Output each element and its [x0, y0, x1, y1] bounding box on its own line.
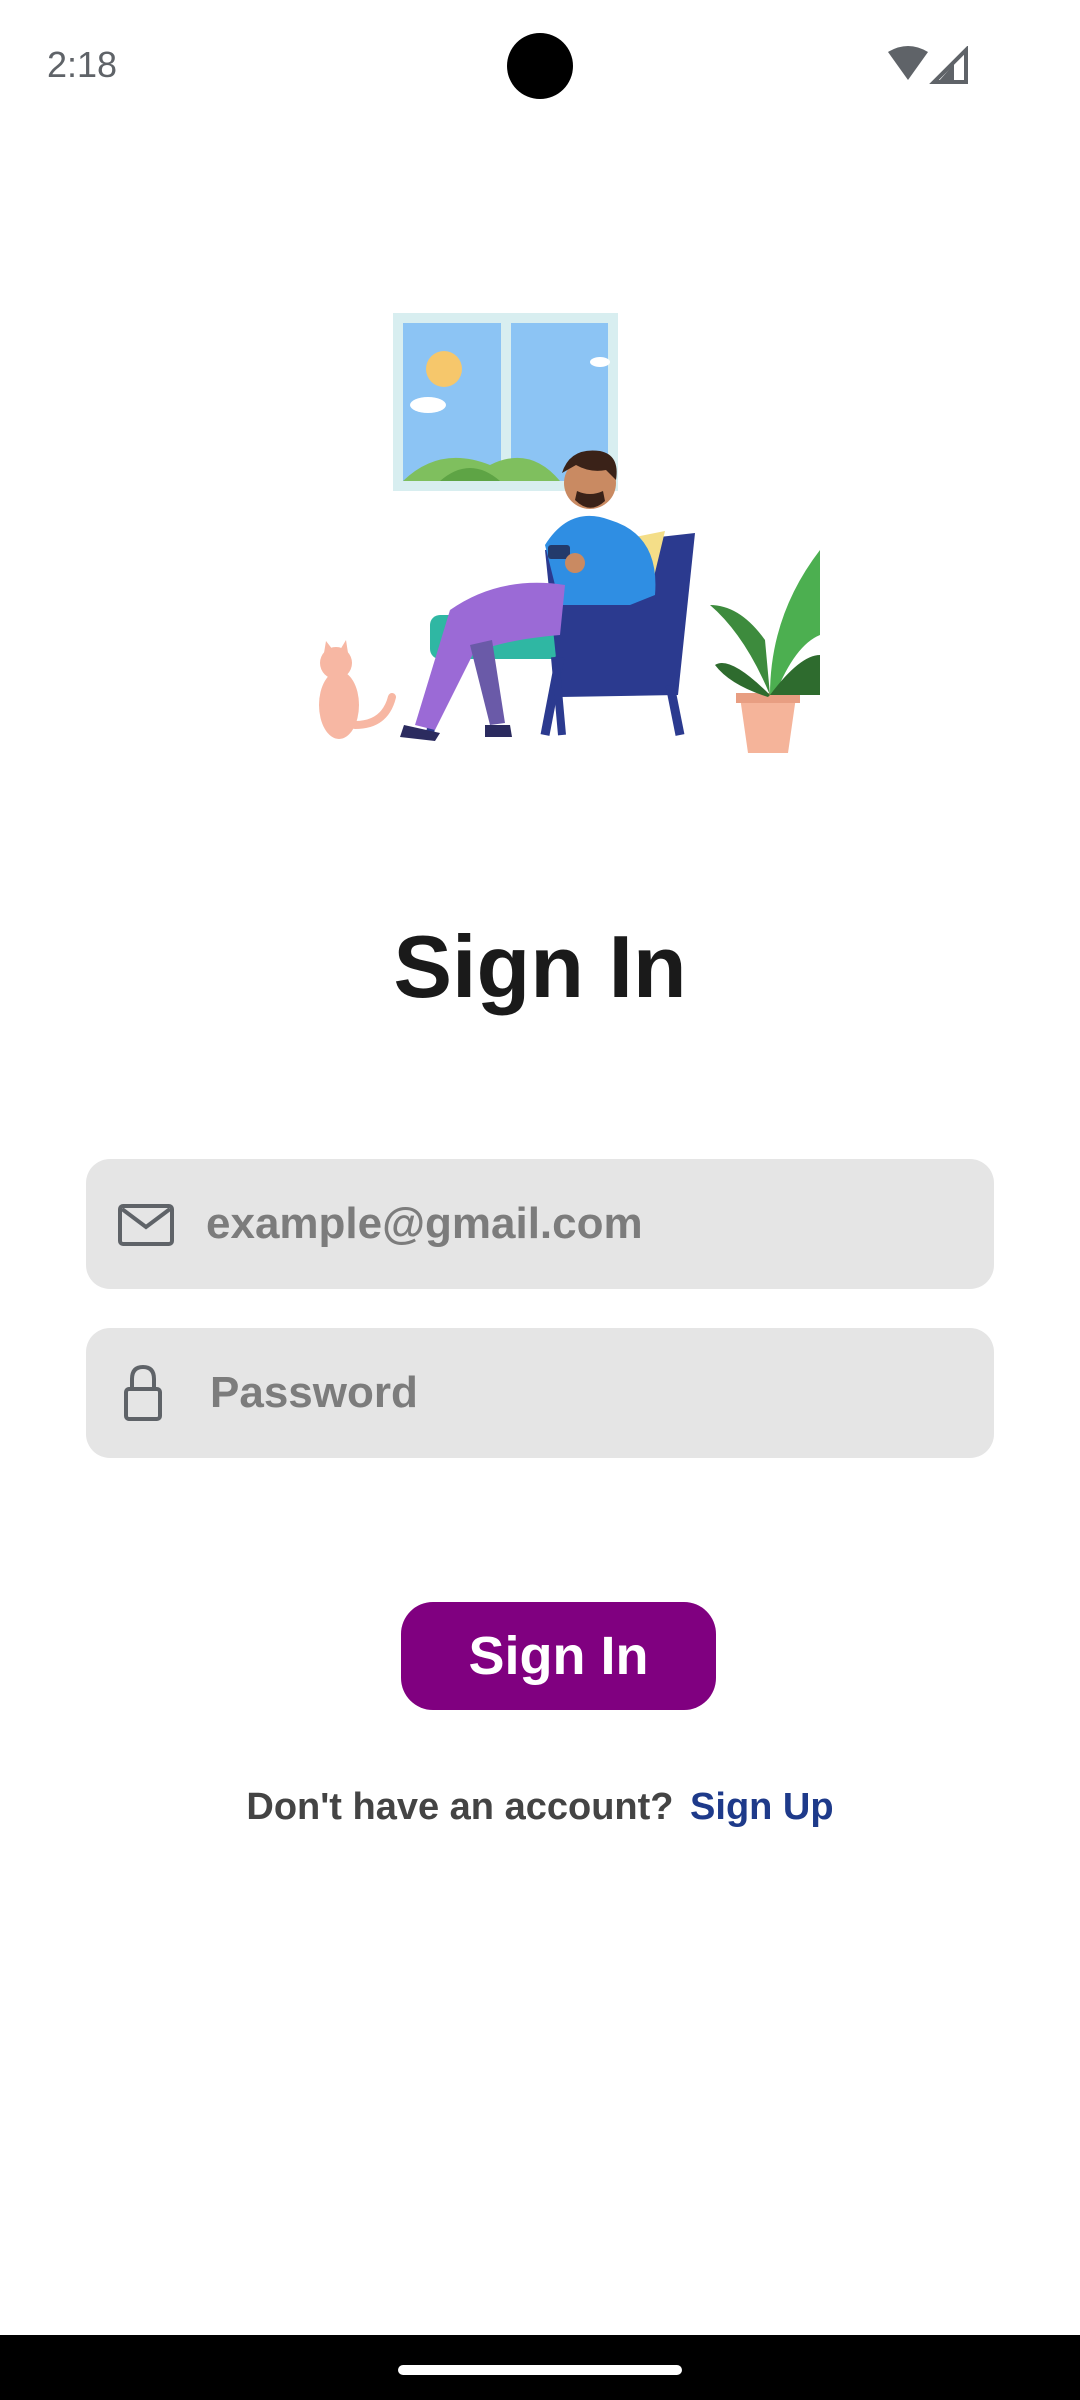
password-field[interactable]: [86, 1328, 994, 1458]
sign-in-button[interactable]: Sign In: [401, 1602, 716, 1710]
signup-row: Don't have an account? Sign Up: [0, 1782, 1080, 1832]
camera-cutout: [507, 33, 573, 99]
status-bar: 2:18: [0, 0, 1080, 130]
cell-signal-icon: [929, 45, 968, 84]
navigation-bar: [0, 2335, 1080, 2400]
home-indicator[interactable]: [398, 2365, 682, 2375]
page-title: Sign In: [393, 917, 687, 1016]
plant-graphic: [710, 550, 820, 753]
man-graphic: [400, 450, 656, 741]
email-field[interactable]: [86, 1159, 994, 1289]
wifi-icon: [888, 46, 928, 80]
status-time: 2:18: [47, 44, 118, 85]
signup-prompt: Don't have an account?: [246, 1786, 674, 1828]
email-input[interactable]: [206, 1159, 966, 1289]
sign-up-link[interactable]: Sign Up: [690, 1786, 834, 1828]
lock-icon: [116, 1363, 176, 1423]
password-input[interactable]: [210, 1328, 970, 1458]
cat-graphic: [319, 640, 396, 739]
man-on-armchair-illustration: [300, 305, 820, 755]
status-icons: [888, 45, 972, 84]
mail-icon: [116, 1194, 176, 1254]
